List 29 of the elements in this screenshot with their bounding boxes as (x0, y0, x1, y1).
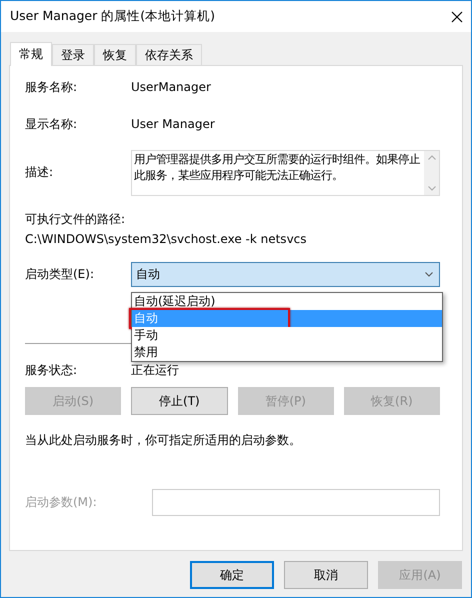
field-value: User Manager (131, 117, 215, 131)
description-text: 用户管理器提供多用户交互所需要的运行时组件。如果停止此服务，某些应用程序可能无法正确运行。 (133, 152, 421, 184)
tab[interactable]: 恢复 (94, 44, 136, 65)
hint-text: 当从此处启动服务时，你可指定所适用的启动参数。 (25, 432, 302, 449)
path-label: 可执行文件的路径: (25, 211, 126, 228)
field-value: UserManager (131, 80, 211, 94)
dropdown-option[interactable]: 手动 (132, 327, 442, 344)
tab[interactable]: 登录 (52, 44, 94, 65)
field-label: 服务状态: (25, 362, 78, 378)
field-value: 正在运行 (131, 362, 179, 378)
service-button[interactable]: 停止(T) (131, 387, 228, 415)
path-value: C:\WINDOWS\system32\svchost.exe -k netsvcs (25, 232, 307, 246)
dialog-button[interactable]: 取消 (284, 561, 368, 589)
dropdown-option[interactable]: 自动(延迟启动) (132, 293, 442, 310)
scrollbar[interactable] (424, 151, 439, 195)
field-label: 启动类型(E): (25, 266, 95, 282)
tab[interactable]: 常规 (10, 42, 52, 66)
field-label: 启动参数(M): (25, 494, 98, 510)
field-label: 显示名称: (25, 116, 78, 132)
close-icon[interactable] (451, 10, 463, 22)
window-title: User Manager 的属性(本地计算机) (10, 8, 215, 25)
field-label: 描述: (25, 164, 54, 181)
startup-type-dropdown[interactable]: 自动 (131, 262, 440, 286)
tab[interactable]: 依存关系 (136, 44, 202, 65)
dropdown-option[interactable]: 禁用 (132, 344, 442, 361)
chevron-down-icon (425, 272, 433, 276)
field-label: 服务名称: (25, 78, 78, 96)
description-box[interactable]: 用户管理器提供多用户交互所需要的运行时组件。如果停止此服务，某些应用程序可能无法正确运行。 (131, 150, 440, 196)
dialog-button[interactable]: 确定 (190, 561, 274, 589)
